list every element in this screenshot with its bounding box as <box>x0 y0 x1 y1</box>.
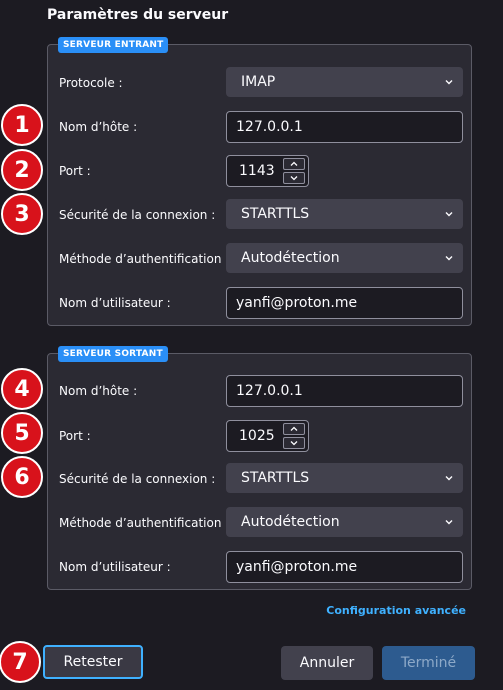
chevron-down-icon <box>445 520 453 525</box>
auth-value: Autodétection <box>241 514 340 530</box>
advanced-config-link[interactable]: Configuration avancée <box>326 604 466 617</box>
port-decrement-button[interactable] <box>283 437 305 449</box>
outgoing-port-row: Port : 1025 <box>48 420 471 454</box>
auth-label: Méthode d’authentification : <box>59 516 230 530</box>
protocol-label: Protocole : <box>59 76 123 90</box>
outgoing-port-stepper[interactable]: 1025 <box>226 420 309 452</box>
port-increment-button[interactable] <box>283 158 305 170</box>
outgoing-hostname-input[interactable]: 127.0.0.1 <box>226 375 463 407</box>
chevron-down-icon <box>290 441 298 446</box>
outgoing-server-legend: SERVEUR SORTANT <box>58 346 168 362</box>
done-button[interactable]: Terminé <box>382 646 475 680</box>
outgoing-security-row: Sécurité de la connexion : STARTTLS <box>48 463 471 497</box>
incoming-server-group: SERVEUR ENTRANT Protocole : IMAP Nom d’h… <box>47 37 472 326</box>
outgoing-security-select[interactable]: STARTTLS <box>226 463 463 493</box>
username-label: Nom d’utilisateur : <box>59 560 171 574</box>
annotation-marker-3: 3 <box>1 193 43 235</box>
incoming-server-legend: SERVEUR ENTRANT <box>58 37 169 53</box>
chevron-down-icon <box>445 256 453 261</box>
incoming-port-row: Port : 1143 <box>48 155 471 189</box>
port-label: Port : <box>59 164 91 178</box>
chevron-down-icon <box>445 80 453 85</box>
protocol-select[interactable]: IMAP <box>226 67 463 97</box>
protocol-value: IMAP <box>241 74 276 90</box>
outgoing-username-row: Nom d’utilisateur : yanfi@proton.me <box>48 551 471 585</box>
chevron-up-icon <box>290 426 298 431</box>
security-label: Sécurité de la connexion : <box>59 208 216 222</box>
chevron-up-icon <box>290 161 298 166</box>
annotation-marker-6: 6 <box>1 456 43 498</box>
incoming-port-stepper[interactable]: 1143 <box>226 155 309 187</box>
annotation-marker-5: 5 <box>1 412 43 454</box>
port-spin-buttons <box>283 158 305 184</box>
port-increment-button[interactable] <box>283 423 305 435</box>
outgoing-port-value: 1025 <box>239 428 275 444</box>
hostname-label: Nom d’hôte : <box>59 120 138 134</box>
outgoing-hostname-row: Nom d’hôte : 127.0.0.1 <box>48 375 471 409</box>
retest-button[interactable]: Retester <box>43 645 143 679</box>
security-value: STARTTLS <box>241 470 310 486</box>
annotation-marker-2: 2 <box>1 149 43 191</box>
incoming-port-value: 1143 <box>239 163 275 179</box>
port-decrement-button[interactable] <box>283 172 305 184</box>
username-label: Nom d’utilisateur : <box>59 296 171 310</box>
annotation-marker-4: 4 <box>1 368 43 410</box>
auth-value: Autodétection <box>241 250 340 266</box>
outgoing-auth-select[interactable]: Autodétection <box>226 507 463 537</box>
incoming-hostname-input[interactable]: 127.0.0.1 <box>226 111 463 143</box>
port-spin-buttons <box>283 423 305 449</box>
incoming-security-row: Sécurité de la connexion : STARTTLS <box>48 199 471 233</box>
chevron-down-icon <box>290 176 298 181</box>
incoming-protocol-row: Protocole : IMAP <box>48 67 471 101</box>
annotation-marker-7: 7 <box>0 641 41 683</box>
hostname-label: Nom d’hôte : <box>59 384 138 398</box>
chevron-down-icon <box>445 476 453 481</box>
outgoing-auth-row: Méthode d’authentification : Autodétecti… <box>48 507 471 541</box>
outgoing-username-input[interactable]: yanfi@proton.me <box>226 551 463 583</box>
incoming-username-row: Nom d’utilisateur : yanfi@proton.me <box>48 287 471 321</box>
security-label: Sécurité de la connexion : <box>59 472 216 486</box>
auth-label: Méthode d’authentification : <box>59 252 230 266</box>
incoming-auth-row: Méthode d’authentification : Autodétecti… <box>48 243 471 277</box>
annotation-marker-1: 1 <box>1 104 43 146</box>
cancel-button[interactable]: Annuler <box>281 646 373 680</box>
incoming-security-select[interactable]: STARTTLS <box>226 199 463 229</box>
incoming-auth-select[interactable]: Autodétection <box>226 243 463 273</box>
incoming-username-input[interactable]: yanfi@proton.me <box>226 287 463 319</box>
page-title: Paramètres du serveur <box>47 7 229 23</box>
chevron-down-icon <box>445 212 453 217</box>
outgoing-server-group: SERVEUR SORTANT Nom d’hôte : 127.0.0.1 P… <box>47 346 472 590</box>
port-label: Port : <box>59 429 91 443</box>
incoming-hostname-row: Nom d’hôte : 127.0.0.1 <box>48 111 471 145</box>
security-value: STARTTLS <box>241 206 310 222</box>
